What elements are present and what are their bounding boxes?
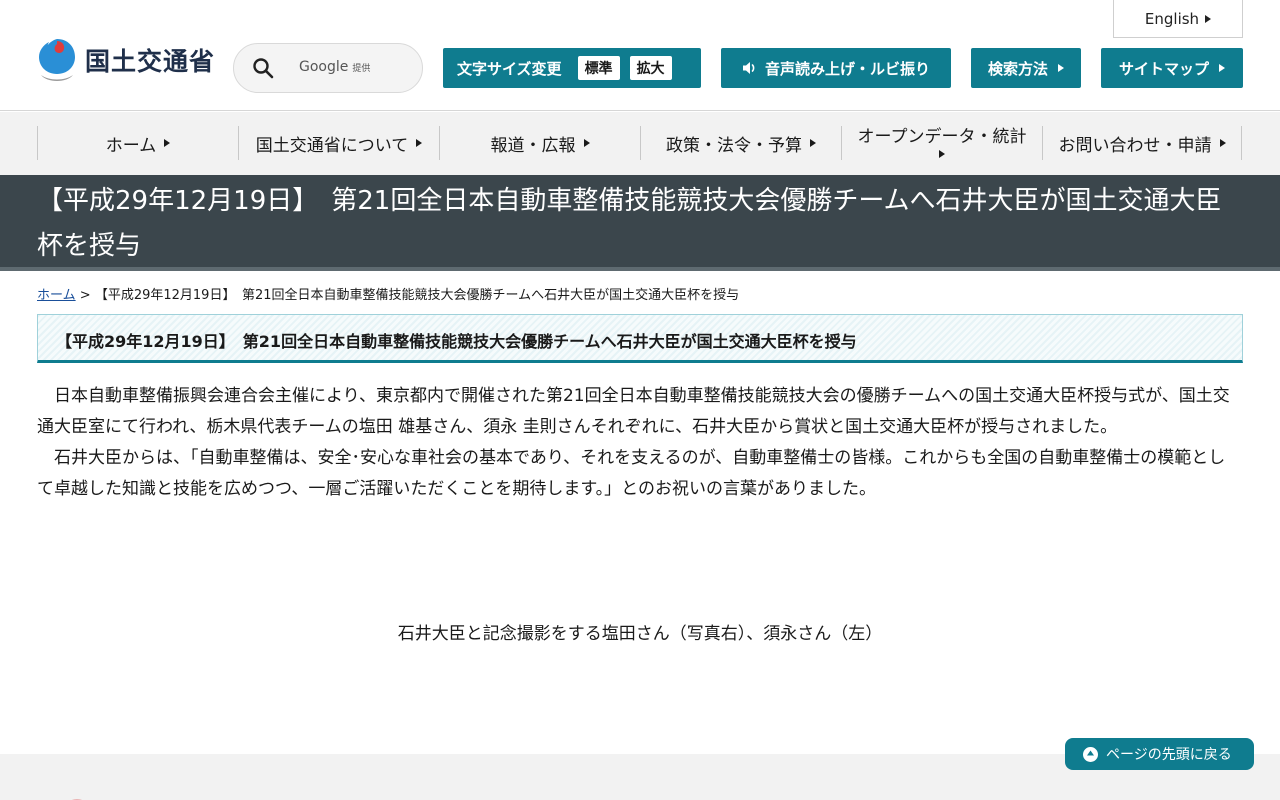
font-size-large-button[interactable]: 拡大 xyxy=(629,56,672,80)
nav-item-label: 国土交通省について xyxy=(255,135,409,156)
article-body: 日本自動車整備振興会連合会主催により、東京都内で開催された第21回全日本自動車整… xyxy=(37,381,1237,505)
speaker-icon xyxy=(742,61,758,75)
search-method-button[interactable]: 検索方法 xyxy=(971,48,1081,88)
nav-item-about[interactable]: 国土交通省について xyxy=(238,126,439,160)
triangle-right-icon xyxy=(164,139,171,147)
site-header: 国土交通省 Google 提供 English 文字サイズ変更 標準 拡大 音声読… xyxy=(0,0,1280,111)
global-nav: ホーム 国土交通省について 報道・広報 政策・法令・予算 オープンデータ・統計 … xyxy=(0,112,1280,175)
section-heading-box: 【平成29年12月19日】 第21回全日本自動車整備技能競技大会優勝チームへ石井… xyxy=(37,314,1243,363)
sitemap-button[interactable]: サイトマップ xyxy=(1101,48,1243,88)
triangle-right-icon xyxy=(1058,64,1064,72)
section-heading: 【平成29年12月19日】 第21回全日本自動車整備技能競技大会優勝チームへ石井… xyxy=(56,332,857,351)
english-label: English xyxy=(1144,9,1200,28)
font-size-standard-button[interactable]: 標準 xyxy=(577,56,620,80)
voice-ruby-label: 音声読み上げ・ルビ振り xyxy=(764,59,930,78)
nav-item-label: お問い合わせ・申請 xyxy=(1058,135,1212,156)
article-paragraph: 石井大臣からは、「自動車整備は、安全･安心な車社会の基本であり、それを支えるのが… xyxy=(37,448,1226,499)
triangle-right-icon xyxy=(1205,14,1212,23)
logo-text: 国土交通省 xyxy=(85,47,216,76)
nav-item-policy[interactable]: 政策・法令・予算 xyxy=(640,126,841,160)
mlit-logo-icon xyxy=(62,796,92,800)
photo-caption: 石井大臣と記念撮影をする塩田さん（写真右）、須永さん（左） xyxy=(397,624,883,644)
breadcrumb: ホーム > 【平成29年12月19日】 第21回全日本自動車整備技能競技大会優勝… xyxy=(37,284,739,303)
nav-item-label: 政策・法令・予算 xyxy=(666,135,802,156)
triangle-right-icon xyxy=(939,150,945,159)
nav-item-press[interactable]: 報道・広報 xyxy=(439,126,640,160)
nav-item-label: オープンデータ・統計 xyxy=(857,126,1027,147)
triangle-right-icon xyxy=(810,139,816,147)
search-input[interactable] xyxy=(234,44,422,92)
triangle-right-icon xyxy=(416,139,423,147)
english-link[interactable]: English xyxy=(1113,0,1243,38)
nav-item-open-data[interactable]: オープンデータ・統計 xyxy=(841,126,1042,160)
triangle-right-icon xyxy=(1219,139,1226,147)
page-title: 【平成29年12月19日】 第21回全日本自動車整備技能競技大会優勝チームへ石井… xyxy=(37,186,1222,261)
breadcrumb-home-link[interactable]: ホーム xyxy=(37,288,76,303)
font-size-label: 文字サイズ変更 xyxy=(457,59,562,78)
site-search[interactable]: Google 提供 xyxy=(233,43,423,93)
page-title-band: 【平成29年12月19日】 第21回全日本自動車整備技能競技大会優勝チームへ石井… xyxy=(0,175,1280,271)
search-method-label: 検索方法 xyxy=(987,59,1048,78)
breadcrumb-separator: > xyxy=(79,288,91,303)
back-to-top-label: ページの先頭に戻る xyxy=(1106,747,1232,763)
article-paragraph: 日本自動車整備振興会連合会主催により、東京都内で開催された第21回全日本自動車整… xyxy=(37,386,1230,437)
nav-item-label: ホーム xyxy=(105,135,157,156)
voice-ruby-button[interactable]: 音声読み上げ・ルビ振り xyxy=(721,48,951,88)
font-size-control: 文字サイズ変更 標準 拡大 xyxy=(443,48,701,88)
nav-item-label: 報道・広報 xyxy=(490,135,576,156)
nav-item-home[interactable]: ホーム xyxy=(37,126,238,160)
nav-item-contact[interactable]: お問い合わせ・申請 xyxy=(1042,126,1242,160)
back-to-top-button[interactable]: ページの先頭に戻る xyxy=(1065,738,1254,770)
mlit-logo-icon xyxy=(37,37,77,83)
site-logo-link[interactable]: 国土交通省 xyxy=(37,37,215,83)
triangle-right-icon xyxy=(583,139,590,147)
triangle-right-icon xyxy=(1219,64,1225,72)
sitemap-label: サイトマップ xyxy=(1118,59,1209,78)
arrow-up-circle-icon xyxy=(1083,746,1098,762)
breadcrumb-current: 【平成29年12月19日】 第21回全日本自動車整備技能競技大会優勝チームへ石井… xyxy=(94,288,740,303)
